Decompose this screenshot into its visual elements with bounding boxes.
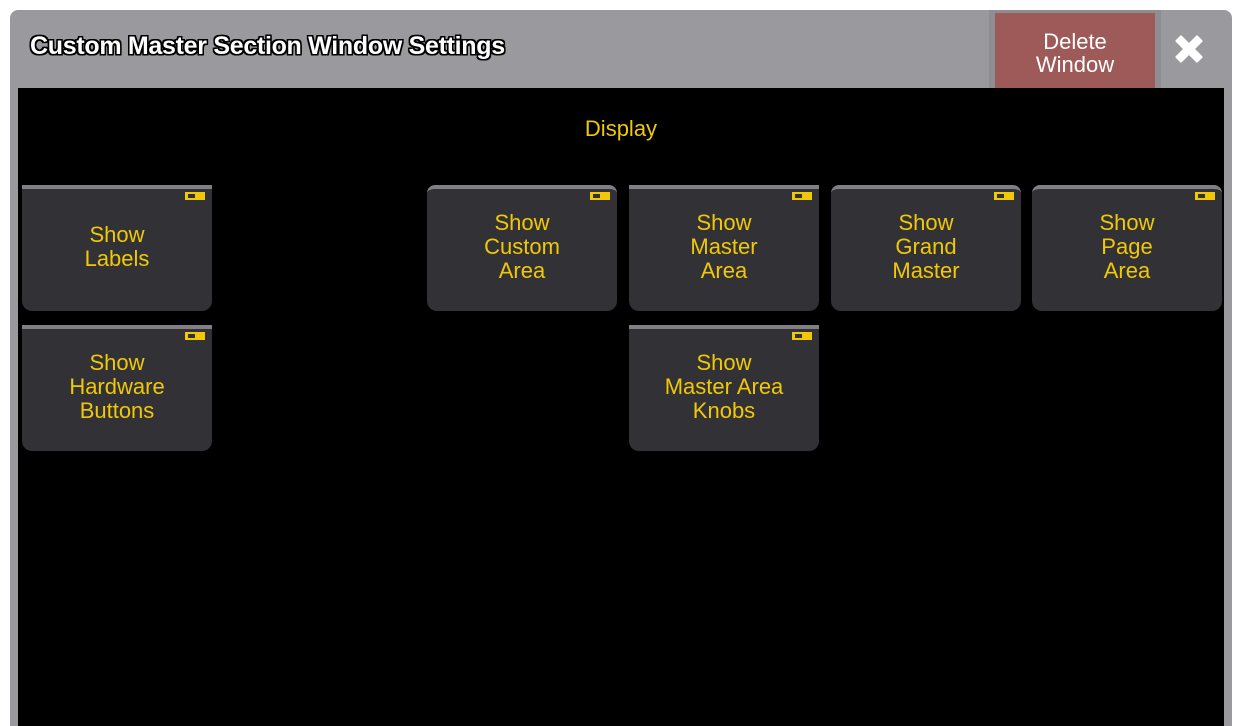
window-titlebar: Custom Master Section Window Settings De… bbox=[10, 10, 1232, 98]
tile-label-line: Show bbox=[898, 210, 954, 235]
tile-label-line: Master bbox=[892, 258, 960, 283]
toggle-indicator-icon bbox=[1195, 192, 1215, 200]
toggle-indicator-icon bbox=[994, 192, 1014, 200]
show-labels-toggle[interactable]: Show Labels bbox=[22, 185, 212, 311]
tile-label-line: Show bbox=[696, 350, 752, 375]
tile-label-line: Area bbox=[700, 258, 748, 283]
toggle-indicator-icon bbox=[590, 192, 610, 200]
tile-label-line: Area bbox=[1103, 258, 1151, 283]
show-custom-area-toggle[interactable]: Show Custom Area bbox=[427, 185, 617, 311]
tile-label-line: Show bbox=[494, 210, 550, 235]
window-title: Custom Master Section Window Settings bbox=[30, 32, 505, 60]
toggle-indicator-icon bbox=[185, 332, 205, 340]
settings-window: Custom Master Section Window Settings De… bbox=[10, 10, 1232, 726]
delete-window-button-face: Delete Window bbox=[995, 13, 1155, 92]
tile-label-line: Show bbox=[89, 222, 145, 247]
tile-label-line: Labels bbox=[84, 246, 150, 271]
tile-label-line: Master bbox=[690, 234, 758, 259]
delete-label-line2: Window bbox=[1035, 51, 1115, 77]
display-section-title: Display bbox=[584, 116, 658, 141]
delete-label-line1: Delete bbox=[1043, 28, 1107, 54]
tile-label-line: Custom bbox=[484, 234, 560, 259]
tile-label-line: Hardware bbox=[69, 374, 165, 399]
show-master-area-knobs-toggle[interactable]: Show Master Area Knobs bbox=[629, 325, 819, 451]
close-x-icon bbox=[1175, 35, 1203, 63]
tile-label-line: Show bbox=[1099, 210, 1155, 235]
tile-label-line: Area bbox=[498, 258, 546, 283]
tile-label-line: Master Area bbox=[664, 374, 784, 399]
close-button[interactable] bbox=[1170, 30, 1208, 68]
show-master-area-toggle[interactable]: Show Master Area bbox=[629, 185, 819, 311]
tile-label-line: Knobs bbox=[692, 398, 756, 423]
delete-window-button[interactable]: Delete Window bbox=[989, 10, 1161, 98]
tile-label-line: Grand bbox=[895, 234, 957, 259]
tile-label-line: Show bbox=[89, 350, 145, 375]
toggle-indicator-icon bbox=[792, 192, 812, 200]
toggle-indicator-icon bbox=[792, 332, 812, 340]
show-hardware-buttons-toggle[interactable]: Show Hardware Buttons bbox=[22, 325, 212, 451]
toggle-indicator-icon bbox=[185, 192, 205, 200]
show-page-area-toggle[interactable]: Show Page Area bbox=[1032, 185, 1222, 311]
window-content: Display Show Labels Show Custom Area Sho… bbox=[18, 88, 1224, 726]
tile-label-line: Show bbox=[696, 210, 752, 235]
show-grand-master-toggle[interactable]: Show Grand Master bbox=[831, 185, 1021, 311]
tile-label-line: Page bbox=[1101, 234, 1153, 259]
tile-label-line: Buttons bbox=[79, 398, 155, 423]
